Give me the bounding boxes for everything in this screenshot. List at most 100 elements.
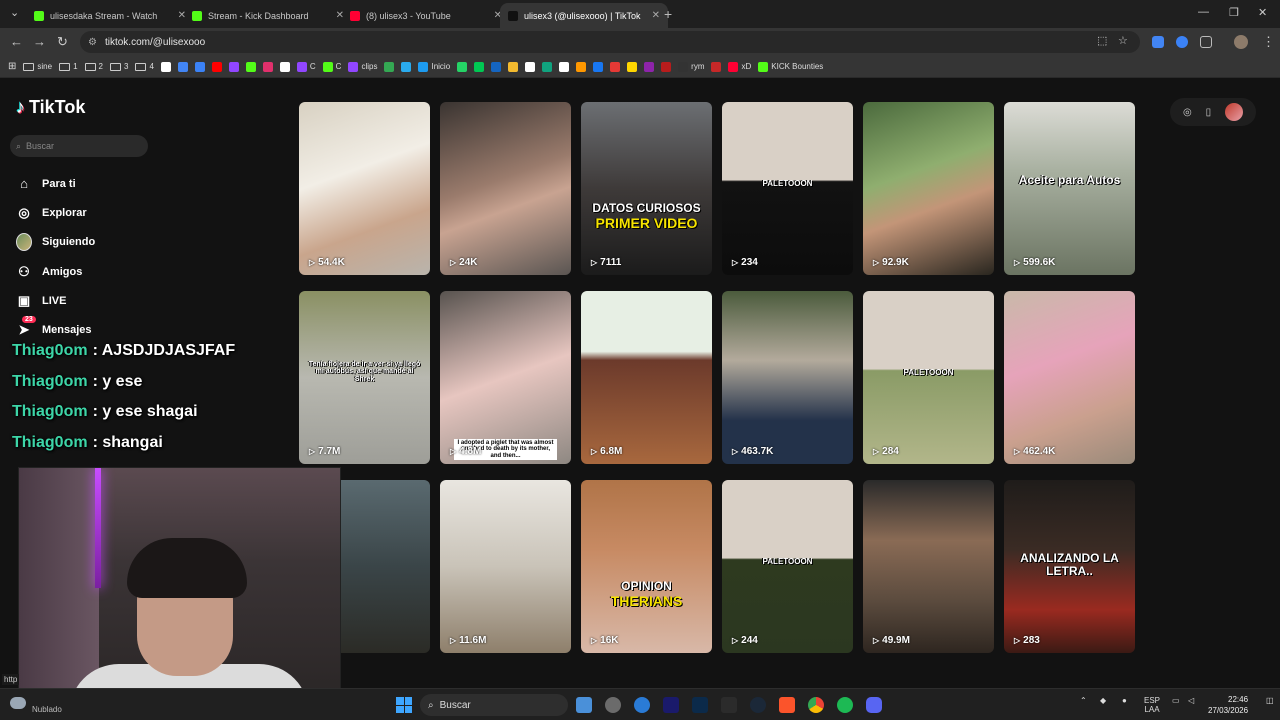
sidebar-item-para-ti[interactable]: ⌂ Para ti xyxy=(16,169,95,198)
bookmark-item[interactable] xyxy=(576,61,587,72)
video-thumbnail[interactable]: OPINION THERIANS ▷ 16K xyxy=(581,480,712,653)
bookmark-item[interactable]: clips xyxy=(348,61,377,72)
bookmark-item[interactable] xyxy=(262,61,273,72)
browser-tab[interactable]: (8) ulisex3 - YouTube ✕ xyxy=(342,3,510,28)
site-info-icon[interactable]: ⚙ xyxy=(88,37,97,48)
bookmark-item[interactable] xyxy=(160,61,171,72)
sidebar-item-mensajes[interactable]: ➤ 23 Mensajes xyxy=(16,315,95,344)
bookmark-item[interactable]: C xyxy=(322,61,341,72)
bookmark-item[interactable]: 3 xyxy=(109,62,128,71)
tray-chevron-icon[interactable]: ⌃ xyxy=(1080,696,1087,705)
system-clock[interactable]: 22:46 27/03/2026 xyxy=(1208,694,1248,716)
extensions-puzzle-icon[interactable] xyxy=(1200,36,1212,48)
discord-icon[interactable] xyxy=(866,697,882,713)
keyboard-layout-label[interactable]: LAA xyxy=(1144,705,1160,714)
browser-tab[interactable]: ulisesdaka Stream - Watch ✕ xyxy=(26,3,194,28)
address-bar[interactable]: ⚙ tiktok.com/@ulisexooo xyxy=(80,31,1140,53)
user-avatar[interactable] xyxy=(1225,103,1244,121)
close-window-button[interactable]: ✕ xyxy=(1258,6,1267,19)
bookmark-item[interactable]: rym xyxy=(678,61,704,72)
tab-search-icon[interactable]: ⌄ xyxy=(10,6,19,19)
bookmark-item[interactable]: 1 xyxy=(59,62,78,71)
install-icon[interactable]: ⬚ xyxy=(1097,34,1107,47)
bookmark-item[interactable] xyxy=(559,61,570,72)
profile-avatar[interactable] xyxy=(1234,35,1248,49)
premiere-icon[interactable] xyxy=(663,697,679,713)
search-input[interactable]: ⌕ Buscar xyxy=(10,135,148,157)
bookmark-item[interactable] xyxy=(644,61,655,72)
forward-icon[interactable]: → xyxy=(33,34,46,49)
bookmark-item[interactable] xyxy=(211,61,222,72)
tiktok-logo[interactable]: ♪ TikTok xyxy=(16,97,85,118)
epic-games-icon[interactable] xyxy=(721,697,737,713)
video-thumbnail[interactable]: Tenía flojera de ir a ver si ya llegó mi… xyxy=(299,291,430,464)
bookmark-item[interactable] xyxy=(711,61,722,72)
menu-dots-icon[interactable]: ⋮ xyxy=(1262,34,1275,50)
start-button[interactable] xyxy=(396,697,412,713)
microphone-icon[interactable]: ● xyxy=(1122,696,1127,705)
bookmark-item[interactable] xyxy=(627,61,638,72)
bookmark-item[interactable] xyxy=(593,61,604,72)
video-thumbnail[interactable]: DATOS CURIOSOS PRIMER VIDEO ▷ 7111 xyxy=(581,102,712,275)
video-thumbnail[interactable]: ▷ 462.4K xyxy=(1004,291,1135,464)
bookmark-item[interactable] xyxy=(177,61,188,72)
video-thumbnail[interactable]: ▷ 92.9K xyxy=(863,102,994,275)
sidebar-item-siguiendo[interactable]: Siguiendo xyxy=(16,228,95,257)
bookmark-item[interactable]: 4 xyxy=(135,62,154,71)
bookmark-item[interactable] xyxy=(542,61,553,72)
bookmark-item[interactable] xyxy=(228,61,239,72)
brave-icon[interactable] xyxy=(779,697,795,713)
compass-icon[interactable]: ◎ xyxy=(1183,107,1192,118)
video-thumbnail[interactable]: ▷ 54.4K xyxy=(299,102,430,275)
apps-grid-icon[interactable]: ⊞ xyxy=(8,61,16,72)
video-thumbnail[interactable]: ANALIZANDO LA LETRA.. ▷ 283 xyxy=(1004,480,1135,653)
bookmark-star-icon[interactable]: ☆ xyxy=(1118,34,1128,47)
bookmark-item[interactable] xyxy=(401,61,412,72)
sidebar-item-amigos[interactable]: ⚇ Amigos xyxy=(16,257,95,286)
video-thumbnail[interactable]: ▷ 24K xyxy=(440,102,571,275)
back-icon[interactable]: ← xyxy=(10,34,23,49)
bookmark-item[interactable]: xD xyxy=(728,61,751,72)
network-icon[interactable]: ▭ xyxy=(1172,696,1180,705)
chrome-icon[interactable] xyxy=(808,697,824,713)
phone-icon[interactable]: ▯ xyxy=(1206,107,1212,118)
video-thumbnail[interactable]: ▷ 11.6M xyxy=(440,480,571,653)
video-thumbnail[interactable]: Aceite para Autos ▷ 599.6K xyxy=(1004,102,1135,275)
new-tab-button[interactable]: + xyxy=(664,6,672,22)
bookmark-item[interactable]: C xyxy=(296,61,316,72)
bookmark-item[interactable] xyxy=(474,61,485,72)
bookmark-item[interactable]: Inicio xyxy=(418,61,450,72)
bookmark-item[interactable] xyxy=(661,61,672,72)
video-thumbnail[interactable]: ▷ 49.9M xyxy=(863,480,994,653)
video-thumbnail[interactable]: ▷ 463.7K xyxy=(722,291,853,464)
notification-icon[interactable]: ◫ xyxy=(1266,696,1274,705)
settings-icon[interactable] xyxy=(605,697,621,713)
tab-close-icon[interactable]: ✕ xyxy=(652,10,660,21)
bookmark-item[interactable] xyxy=(279,61,290,72)
browser-tab[interactable]: ulisex3 (@ulisexooo) | TikTok ✕ xyxy=(500,3,668,28)
restore-button[interactable]: ❐ xyxy=(1229,6,1239,19)
taskbar-search[interactable]: ⌕ Buscar xyxy=(420,694,568,716)
reload-icon[interactable]: ↻ xyxy=(57,34,68,50)
bookmark-item[interactable] xyxy=(194,61,205,72)
browser-tab[interactable]: Stream - Kick Dashboard ✕ xyxy=(184,3,352,28)
task-view-icon[interactable] xyxy=(576,697,592,713)
extension-icon[interactable] xyxy=(1152,36,1164,48)
video-thumbnail[interactable]: PALETOOON ▷ 234 xyxy=(722,102,853,275)
bookmark-item[interactable] xyxy=(508,61,519,72)
sidebar-item-live[interactable]: ▣ LIVE xyxy=(16,286,95,315)
tray-app-icon[interactable]: ◆ xyxy=(1100,696,1106,705)
bookmark-item[interactable] xyxy=(491,61,502,72)
language-label[interactable]: ESP xyxy=(1144,696,1160,705)
photoshop-icon[interactable] xyxy=(692,697,708,713)
weather-icon[interactable] xyxy=(10,697,26,709)
video-thumbnail[interactable]: PALETOOON ▷ 244 xyxy=(722,480,853,653)
app-icon[interactable] xyxy=(634,697,650,713)
bookmark-item[interactable] xyxy=(384,61,395,72)
volume-icon[interactable]: ◁ xyxy=(1188,696,1194,705)
video-thumbnail[interactable]: I adopted a piglet that was almost crush… xyxy=(440,291,571,464)
bookmark-item[interactable] xyxy=(245,61,256,72)
bookmark-item[interactable]: 2 xyxy=(84,62,103,71)
spotify-icon[interactable] xyxy=(837,697,853,713)
extension-icon[interactable] xyxy=(1176,36,1188,48)
